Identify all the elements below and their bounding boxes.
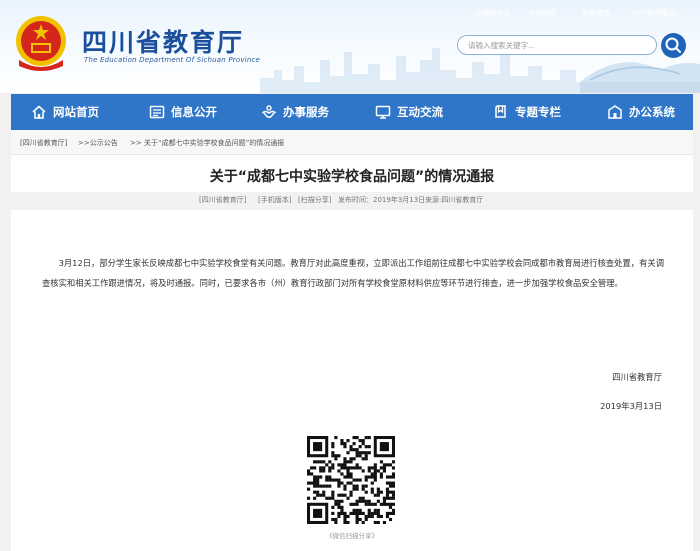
meta-mobile-link[interactable]: [手机版本] xyxy=(258,195,291,205)
breadcrumb-announcements[interactable]: >>公示公告 xyxy=(78,138,118,148)
nav-label-home: 网站首页 xyxy=(53,105,99,119)
nav-item-service[interactable]: 办事服务 xyxy=(261,94,329,130)
nav-label-office: 办公系统 xyxy=(629,105,675,119)
nav-label-topics: 专题专栏 xyxy=(515,105,561,119)
search-icon xyxy=(665,37,681,53)
article-body: 3月12日，部分学生家长反映成都七中实验学校食堂有关问题。教育厅对此高度重视，立… xyxy=(42,258,664,288)
home-icon xyxy=(32,105,46,119)
accessibility-link[interactable]: 无障碍浏览 xyxy=(475,8,510,18)
weibo-link[interactable]: 政务微博 xyxy=(528,8,556,18)
interaction-icon xyxy=(375,105,391,119)
nav-item-home[interactable]: 网站首页 xyxy=(31,94,99,130)
search-button[interactable] xyxy=(661,33,686,58)
article-date: 2019年3月13日 xyxy=(600,401,662,411)
national-emblem-icon xyxy=(16,16,66,71)
article-panel: [四川省教育厅] >>公示公告 >> 关于“成都七中实验学校食品问题”的情况通报… xyxy=(11,130,693,551)
article-signature: 四川省教育厅 xyxy=(612,372,662,382)
article-meta: [四川省教育厅] [手机版本] [扫描分享] 发布时间：2019年3月13日 来… xyxy=(11,192,693,210)
qr-caption: 《微信扫描分享》 xyxy=(326,532,378,540)
office-icon xyxy=(608,105,622,119)
breadcrumb: [四川省教育厅] >>公示公告 >> 关于“成都七中实验学校食品问题”的情况通报 xyxy=(11,130,693,155)
service-icon xyxy=(261,105,277,118)
breadcrumb-home[interactable]: [四川省教育厅] xyxy=(20,138,67,148)
nav-item-topics[interactable]: 专题专栏 xyxy=(493,94,561,130)
search-box xyxy=(457,35,657,55)
qr-code-icon xyxy=(307,436,395,524)
nav-item-info-public[interactable]: 信息公开 xyxy=(149,94,217,130)
site-title: 四川省教育厅 xyxy=(82,28,245,57)
breadcrumb-current: >> 关于“成都七中实验学校食品问题”的情况通报 xyxy=(130,139,285,147)
nav-label-info-public: 信息公开 xyxy=(171,105,217,119)
topics-icon xyxy=(495,105,506,118)
meta-origin: 来源:四川省教育厅 xyxy=(425,196,484,204)
meta-source-link[interactable]: [四川省教育厅] xyxy=(199,195,246,205)
site-header: 四川省教育厅 The Education Department Of Sichu… xyxy=(0,0,700,93)
nav-label-interaction: 互动交流 xyxy=(397,105,443,119)
meta-publish-time: 发布时间：2019年3月13日 xyxy=(338,196,426,204)
top-links: 无障碍浏览 政务微博 政务微信 APP客户端 手机版 xyxy=(470,8,700,20)
search-input[interactable] xyxy=(468,38,648,52)
nav-item-office[interactable]: 办公系统 xyxy=(607,94,675,130)
mobile-version-link[interactable]: 手机版 xyxy=(656,8,677,18)
nav-label-service: 办事服务 xyxy=(283,105,329,119)
nav-item-interaction[interactable]: 互动交流 xyxy=(375,94,443,130)
info-public-icon xyxy=(149,105,165,119)
site-subtitle: The Education Department Of Sichuan Prov… xyxy=(84,56,261,64)
main-nav: 网站首页 信息公开 办事服务 互动交流 专题专栏 办公系统 xyxy=(11,94,693,132)
meta-share-link[interactable]: [扫描分享] xyxy=(298,195,331,205)
wechat-link[interactable]: 政务微信 xyxy=(582,8,610,18)
article-title: 关于“成都七中实验学校食品问题”的情况通报 xyxy=(209,169,495,185)
